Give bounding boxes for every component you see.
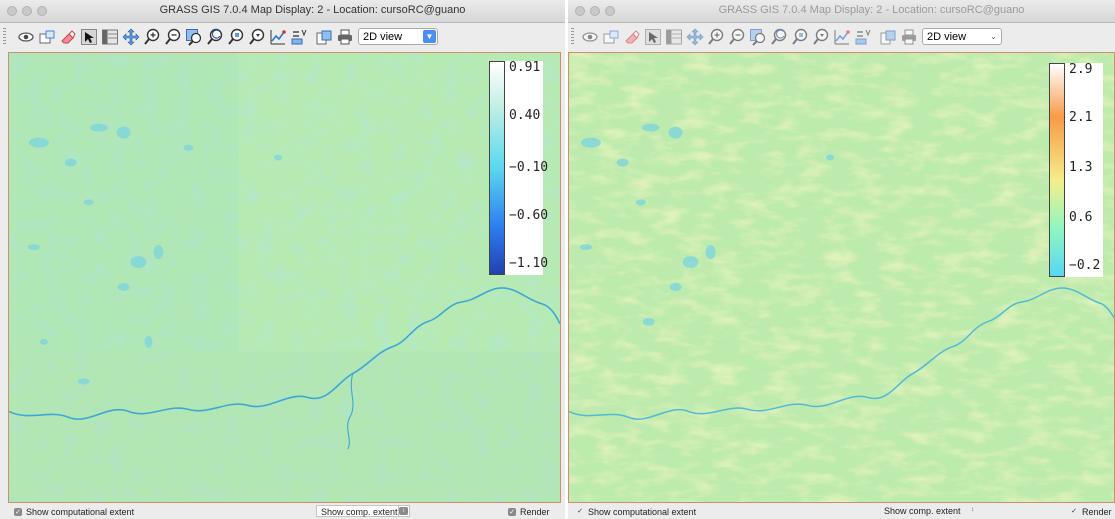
analyze-icon[interactable] [269,28,287,46]
toolbar-grip[interactable] [3,28,6,46]
view-mode-select[interactable]: 2D view ⌄ [922,28,1002,45]
minimize-button[interactable] [590,6,600,16]
legend-label: −0.60 [509,208,549,223]
statusbar-mode-chevron[interactable]: ↕ [966,505,978,517]
show-extent-checkbox[interactable]: ✓ [576,508,584,516]
pan-icon[interactable] [122,28,140,46]
window-title: GRASS GIS 7.0.4 Map Display: 2 - Locatio… [159,4,466,16]
raster-map [9,53,560,502]
statusbar-mode-value: Show comp. extent [884,506,961,516]
render-checkbox[interactable]: ✓ [1070,508,1078,516]
pointer-icon[interactable] [644,28,662,46]
map-canvas[interactable]: 0.91 0.40 −0.10 −0.60 −1.10 [8,52,561,503]
pointer-icon[interactable] [80,28,98,46]
show-extent-label: Show computational extent [26,507,135,517]
view-mode-value: 2D view [363,31,403,43]
legend-label: −1.10 [509,256,549,271]
chevron-updown-icon: ↕ [399,507,408,515]
legend-color-bar [1049,63,1065,277]
zoom-options-icon[interactable] [791,28,809,46]
render-icon[interactable] [602,28,620,46]
legend-label: 1.3 [1069,160,1093,175]
zoom-menu-icon[interactable] [248,28,266,46]
render-label: Render [1082,507,1112,517]
maximize-button[interactable] [37,6,47,16]
chevron-updown-icon: ↕ [971,507,974,513]
display-icon[interactable] [581,28,599,46]
overlay-icon[interactable] [290,28,308,46]
map-display-window-1: GRASS GIS 7.0.4 Map Display: 2 - Locatio… [0,0,565,519]
zoom-in-icon[interactable] [143,28,161,46]
zoom-out-icon[interactable] [728,28,746,46]
zoom-back-icon[interactable] [206,28,224,46]
zoom-back-icon[interactable] [770,28,788,46]
map-toolbar: 2D view ▼ [0,23,565,51]
map-canvas[interactable]: 2.9 2.1 1.3 0.6 −0.2 [568,52,1115,503]
toolbar-grip[interactable] [571,28,574,46]
render-icon[interactable] [38,28,56,46]
print-icon[interactable] [336,28,354,46]
pan-icon[interactable] [686,28,704,46]
save-image-icon[interactable] [879,28,897,46]
show-extent-checkbox[interactable]: ✓ [14,508,22,516]
view-mode-value: 2D view [927,31,967,43]
map-toolbar: 2D view ⌄ [568,23,1115,51]
analyze-icon[interactable] [833,28,851,46]
chevron-down-icon: ▼ [423,30,436,43]
legend-label: 0.40 [509,108,541,123]
status-bar: ✓ Show computational extent Show comp. e… [568,505,1115,519]
statusbar-mode-value: Show comp. extent [321,507,398,517]
render-checkbox[interactable]: ✓ [508,508,516,516]
legend: 2.9 2.1 1.3 0.6 −0.2 [1049,63,1103,277]
show-extent-label: Show computational extent [588,507,697,517]
statusbar-mode-chevron[interactable]: ↕ [398,505,410,517]
close-button[interactable] [575,6,585,16]
legend-label: 2.9 [1069,62,1093,77]
chevron-down-icon: ⌄ [990,32,997,41]
zoom-out-icon[interactable] [164,28,182,46]
maximize-button[interactable] [605,6,615,16]
legend-label: −0.2 [1069,258,1101,273]
display-icon[interactable] [17,28,35,46]
window-title: GRASS GIS 7.0.4 Map Display: 2 - Locatio… [718,4,1025,16]
zoom-extent-icon[interactable] [185,28,203,46]
statusbar-mode-select[interactable]: Show comp. extent [316,505,408,517]
zoom-in-icon[interactable] [707,28,725,46]
erase-icon[interactable] [59,28,77,46]
overlay-icon[interactable] [854,28,872,46]
title-bar[interactable]: GRASS GIS 7.0.4 Map Display: 2 - Locatio… [568,0,1115,23]
legend-color-bar [489,61,505,275]
statusbar-mode-select[interactable]: Show comp. extent [880,505,980,517]
map-display-window-2: GRASS GIS 7.0.4 Map Display: 2 - Locatio… [568,0,1115,519]
zoom-options-icon[interactable] [227,28,245,46]
legend-label: 0.6 [1069,210,1093,225]
legend: 0.91 0.40 −0.10 −0.60 −1.10 [489,60,548,275]
zoom-extent-icon[interactable] [749,28,767,46]
query-icon[interactable] [101,28,119,46]
query-icon[interactable] [665,28,683,46]
render-label: Render [520,507,550,517]
close-button[interactable] [7,6,17,16]
legend-label: −0.10 [509,160,549,175]
erase-icon[interactable] [623,28,641,46]
title-bar[interactable]: GRASS GIS 7.0.4 Map Display: 2 - Locatio… [0,0,565,23]
minimize-button[interactable] [22,6,32,16]
raster-map [569,53,1114,502]
print-icon[interactable] [900,28,918,46]
view-mode-select[interactable]: 2D view ▼ [358,28,438,45]
legend-label: 2.1 [1069,110,1093,125]
status-bar: ✓ Show computational extent Show comp. e… [0,505,565,519]
save-image-icon[interactable] [315,28,333,46]
legend-label: 0.91 [509,60,541,75]
zoom-menu-icon[interactable] [812,28,830,46]
